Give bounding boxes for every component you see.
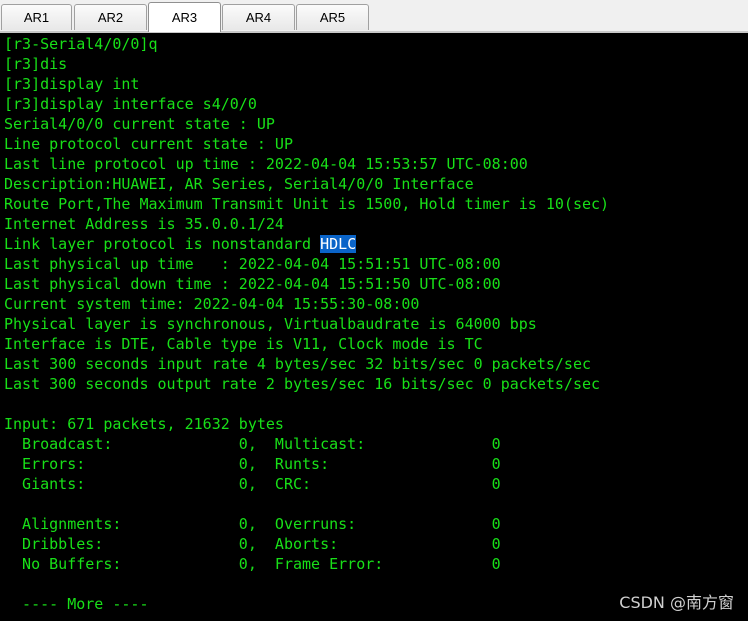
session-tab-bar: AR1 AR2 AR3 AR4 AR5 (0, 0, 748, 33)
terminal-line: [r3-Serial4/0/0]q (4, 35, 158, 53)
watermark-text: CSDN @南方窗 (619, 593, 734, 612)
tab-ar2[interactable]: AR2 (74, 4, 147, 30)
terminal-line: [r3]display interface s4/0/0 (4, 95, 257, 113)
terminal-line: Interface is DTE, Cable type is V11, Clo… (4, 335, 483, 353)
terminal-line: Giants: 0, CRC: 0 (4, 475, 501, 493)
terminal-line: Route Port,The Maximum Transmit Unit is … (4, 195, 610, 213)
terminal-line: Alignments: 0, Overruns: 0 (4, 515, 501, 533)
terminal-line: Serial4/0/0 current state : UP (4, 115, 275, 133)
terminal-line: Last physical down time : 2022-04-04 15:… (4, 275, 501, 293)
terminal-line: Last line protocol up time : 2022-04-04 … (4, 155, 528, 173)
terminal-line: [r3]dis (4, 55, 68, 73)
selected-text-highlight[interactable]: HDLC (320, 235, 357, 253)
terminal-line: Current system time: 2022-04-04 15:55:30… (4, 295, 420, 313)
terminal-line: Line protocol current state : UP (4, 135, 293, 153)
terminal-line: Dribbles: 0, Aborts: 0 (4, 535, 501, 553)
more-prompt[interactable]: ---- More ---- (4, 594, 609, 614)
terminal-console[interactable]: [r3-Serial4/0/0]q [r3]dis [r3]display in… (0, 33, 748, 621)
terminal-line: No Buffers: 0, Frame Error: 0 (4, 555, 501, 573)
terminal-output: [r3-Serial4/0/0]q [r3]dis [r3]display in… (4, 34, 609, 614)
terminal-line: Input: 671 packets, 21632 bytes (4, 415, 284, 433)
link-layer-text: Link layer protocol is nonstandard (4, 235, 321, 253)
tab-ar3[interactable]: AR3 (148, 2, 221, 32)
tab-ar1[interactable]: AR1 (1, 4, 72, 30)
terminal-line: Last 300 seconds input rate 4 bytes/sec … (4, 355, 591, 373)
terminal-line-link-layer: Link layer protocol is nonstandard HDLC (4, 234, 609, 254)
terminal-window: AR1 AR2 AR3 AR4 AR5 [r3-Serial4/0/0]q [r… (0, 0, 748, 621)
terminal-line: Description:HUAWEI, AR Series, Serial4/0… (4, 175, 474, 193)
terminal-line: Broadcast: 0, Multicast: 0 (4, 435, 501, 453)
tab-ar5[interactable]: AR5 (296, 4, 369, 30)
terminal-line: Internet Address is 35.0.0.1/24 (4, 215, 284, 233)
terminal-line: [r3]display int (4, 75, 140, 93)
tab-ar4[interactable]: AR4 (222, 4, 295, 30)
terminal-line: Last 300 seconds output rate 2 bytes/sec… (4, 375, 601, 393)
terminal-line: Errors: 0, Runts: 0 (4, 455, 501, 473)
terminal-line: Physical layer is synchronous, Virtualba… (4, 315, 537, 333)
terminal-line: Last physical up time : 2022-04-04 15:51… (4, 255, 501, 273)
